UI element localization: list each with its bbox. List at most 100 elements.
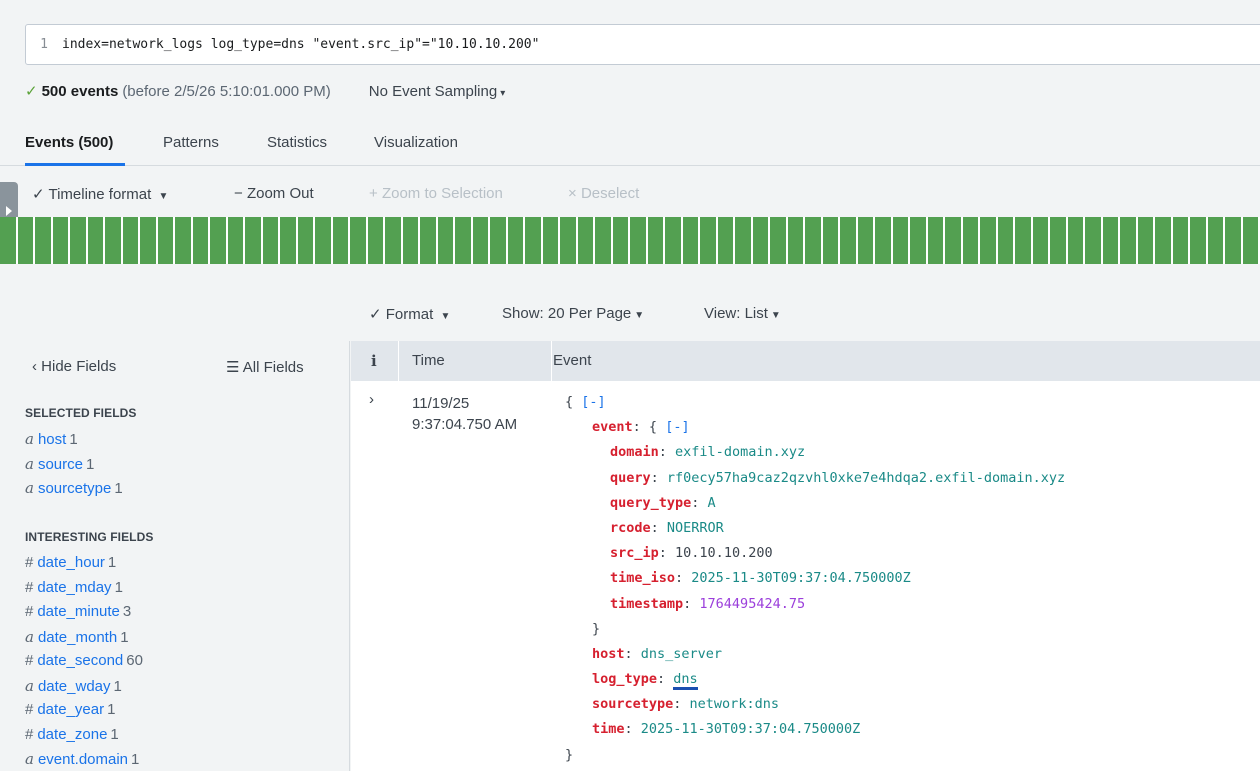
histogram-bar[interactable] (350, 217, 368, 264)
all-fields-button[interactable]: ☰ All Fields (226, 358, 304, 376)
histogram-bar[interactable] (1102, 217, 1120, 264)
histogram-bar[interactable] (262, 217, 280, 264)
json-key[interactable]: rcode (610, 520, 651, 536)
histogram-bar[interactable] (332, 217, 350, 264)
histogram-bar[interactable] (490, 217, 508, 264)
field-name[interactable]: date_minute (37, 603, 120, 620)
expand-row-chevron-icon[interactable]: › (369, 391, 374, 408)
histogram-bar[interactable] (857, 217, 875, 264)
histogram-bar[interactable] (875, 217, 893, 264)
histogram-bar[interactable] (1015, 217, 1033, 264)
json-value[interactable]: 10.10.10.200 (675, 545, 773, 561)
field-item[interactable]: a source 1 (25, 455, 94, 473)
histogram-bar[interactable] (980, 217, 998, 264)
time-column-header[interactable]: Time (412, 352, 445, 369)
search-input[interactable]: 1 index=network_logs log_type=dns "event… (25, 24, 1260, 65)
json-collapse-toggle[interactable]: [-] (581, 394, 605, 410)
histogram-bar[interactable] (70, 217, 88, 264)
histogram-bar[interactable] (420, 217, 438, 264)
histogram-bar[interactable] (507, 217, 525, 264)
histogram-bar[interactable] (612, 217, 630, 264)
histogram-bar[interactable] (1172, 217, 1190, 264)
histogram-bar[interactable] (560, 217, 578, 264)
field-name[interactable]: event.domain (38, 751, 128, 768)
histogram-bar[interactable] (122, 217, 140, 264)
histogram-bar[interactable] (542, 217, 560, 264)
json-key[interactable]: time (592, 721, 625, 737)
histogram-bar[interactable] (210, 217, 228, 264)
field-item[interactable]: a date_wday 1 (25, 677, 122, 695)
field-name[interactable]: date_wday (38, 678, 111, 695)
hide-fields-button[interactable]: ‹ Hide Fields (32, 358, 116, 375)
histogram-bar[interactable] (1190, 217, 1208, 264)
deselect-button[interactable]: × Deselect (568, 185, 639, 202)
histogram-bar[interactable] (945, 217, 963, 264)
json-key[interactable]: host (592, 646, 625, 662)
json-key[interactable]: event (592, 419, 633, 435)
json-value-selected[interactable]: dns (673, 671, 698, 691)
histogram-bar[interactable] (280, 217, 298, 264)
histogram-bar[interactable] (682, 217, 700, 264)
field-item[interactable]: a event.domain 1 (25, 750, 139, 768)
json-key[interactable]: sourcetype (592, 696, 673, 712)
tab-events[interactable]: Events (500) (25, 134, 113, 151)
json-value[interactable]: rf0ecy57ha9caz2qzvhl0xke7e4hdqa2.exfil-d… (667, 470, 1065, 486)
histogram-bar[interactable] (595, 217, 613, 264)
zoom-out-button[interactable]: − Zoom Out (234, 185, 314, 202)
json-value[interactable]: A (708, 495, 716, 511)
histogram-bar[interactable] (787, 217, 805, 264)
histogram-bar[interactable] (927, 217, 945, 264)
field-item[interactable]: # date_year 1 (25, 701, 115, 718)
timeline-histogram[interactable] (0, 217, 1260, 264)
json-value[interactable]: 2025-11-30T09:37:04.750000Z (641, 721, 860, 737)
json-value[interactable]: NOERROR (667, 520, 724, 536)
histogram-bar[interactable] (700, 217, 718, 264)
histogram-bar[interactable] (227, 217, 245, 264)
per-page-dropdown[interactable]: Show: 20 Per Page ▼ (502, 305, 644, 322)
field-item[interactable]: a date_month 1 (25, 628, 129, 646)
histogram-bar[interactable] (1207, 217, 1225, 264)
histogram-bar[interactable] (0, 217, 18, 264)
histogram-bar[interactable] (770, 217, 788, 264)
histogram-bar[interactable] (297, 217, 315, 264)
histogram-bar[interactable] (1067, 217, 1085, 264)
histogram-bar[interactable] (630, 217, 648, 264)
json-value[interactable]: 2025-11-30T09:37:04.750000Z (691, 570, 910, 586)
tab-statistics[interactable]: Statistics (267, 134, 327, 151)
field-name[interactable]: date_year (37, 701, 104, 718)
tab-patterns[interactable]: Patterns (163, 134, 219, 151)
field-name[interactable]: date_month (38, 629, 117, 646)
histogram-bar[interactable] (175, 217, 193, 264)
histogram-bar[interactable] (17, 217, 35, 264)
field-item[interactable]: a host 1 (25, 430, 78, 448)
json-collapse-toggle[interactable]: [-] (665, 419, 689, 435)
histogram-bar[interactable] (822, 217, 840, 264)
field-name[interactable]: date_second (37, 652, 123, 669)
histogram-bar[interactable] (525, 217, 543, 264)
histogram-bar[interactable] (1242, 217, 1260, 264)
histogram-bar[interactable] (1032, 217, 1050, 264)
json-key[interactable]: time_iso (610, 570, 675, 586)
histogram-bar[interactable] (105, 217, 123, 264)
histogram-bar[interactable] (892, 217, 910, 264)
histogram-bar[interactable] (717, 217, 735, 264)
field-name[interactable]: source (38, 456, 83, 473)
event-time[interactable]: 11/19/25 9:37:04.750 AM (412, 393, 517, 435)
field-name[interactable]: date_hour (37, 554, 105, 571)
field-item[interactable]: # date_mday 1 (25, 579, 123, 596)
histogram-bar[interactable] (385, 217, 403, 264)
search-query[interactable]: index=network_logs log_type=dns "event.s… (62, 37, 539, 52)
json-key[interactable]: query (610, 470, 651, 486)
field-name[interactable]: host (38, 431, 66, 448)
json-key[interactable]: timestamp (610, 596, 683, 612)
histogram-bar[interactable] (1050, 217, 1068, 264)
histogram-bar[interactable] (1155, 217, 1173, 264)
timeline-format-dropdown[interactable]: ✓ Timeline format ▼ (32, 185, 168, 203)
histogram-bar[interactable] (647, 217, 665, 264)
histogram-bar[interactable] (840, 217, 858, 264)
zoom-to-selection-button[interactable]: + Zoom to Selection (369, 185, 503, 202)
histogram-bar[interactable] (752, 217, 770, 264)
histogram-bar[interactable] (910, 217, 928, 264)
histogram-bar[interactable] (1085, 217, 1103, 264)
json-key[interactable]: src_ip (610, 545, 659, 561)
